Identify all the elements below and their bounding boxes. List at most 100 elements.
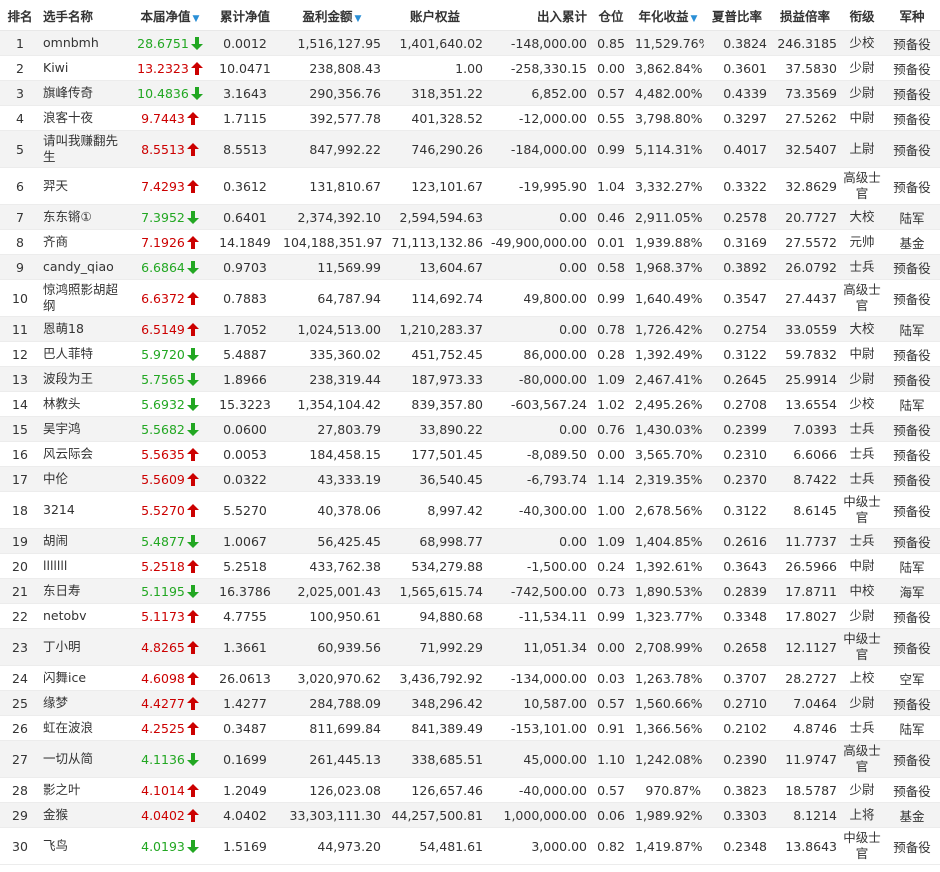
player-name-link[interactable]: omnbmh	[40, 30, 130, 56]
equity-cell: 54,481.61	[384, 827, 486, 865]
branch-cell: 预备役	[884, 366, 940, 392]
profit-cell: 3,020,970.62	[280, 665, 384, 691]
annual-cell: 1,640.49%	[632, 279, 704, 317]
pl-ratio-cell: 246.3185	[770, 30, 840, 56]
player-name-link[interactable]: 林教头	[40, 391, 130, 417]
player-name-link[interactable]: 恩萌18	[40, 316, 130, 342]
table-row: 2 Kiwi 13.2323 10.0471 238,808.43 1.00 -258,33…	[0, 55, 940, 81]
profit-cell: 847,992.22	[280, 130, 384, 168]
player-name-link[interactable]: 东日寿	[40, 578, 130, 604]
annual-cell: 2,319.35%	[632, 466, 704, 492]
nav-cell: 10.4836	[130, 80, 210, 106]
sort-down-icon[interactable]: ▼	[691, 14, 698, 24]
player-name-link[interactable]: 吴宇鸿	[40, 416, 130, 442]
sort-down-icon[interactable]: ▼	[193, 14, 200, 24]
profit-cell: 64,787.94	[280, 279, 384, 317]
sharpe-cell: 0.3297	[704, 105, 770, 131]
flow-cell: 86,000.00	[486, 341, 590, 367]
annual-cell: 2,678.56%	[632, 491, 704, 529]
equity-cell: 839,357.80	[384, 391, 486, 417]
col-profit[interactable]: 盈利金额 ▼	[280, 0, 384, 31]
rank-title-cell: 少尉	[840, 366, 884, 392]
player-name-link[interactable]: 胡闹	[40, 528, 130, 554]
nav-value: 4.0402	[141, 807, 185, 823]
player-name-link[interactable]: 风云际会	[40, 441, 130, 467]
cum-nav-cell: 0.3612	[210, 167, 280, 205]
equity-cell: 338,685.51	[384, 740, 486, 778]
player-name-link[interactable]: 闪舞ice	[40, 665, 130, 691]
player-name-link[interactable]: 虹在波浪	[40, 715, 130, 741]
player-name-link[interactable]: 中伦	[40, 466, 130, 492]
rank-title-cell: 中尉	[840, 105, 884, 131]
pl-ratio-cell: 17.8027	[770, 603, 840, 629]
player-name-link[interactable]: 齐商	[40, 229, 130, 255]
player-name-link[interactable]: 巴人菲特	[40, 341, 130, 367]
col-sharpe: 夏普比率	[704, 0, 770, 31]
nav-cell: 13.2323	[130, 55, 210, 81]
arrow-up-icon	[186, 447, 199, 461]
rank-title-cell: 中校	[840, 578, 884, 604]
player-name-link[interactable]: 旗峰传奇	[40, 80, 130, 106]
player-name-link[interactable]: 丁小明	[40, 628, 130, 666]
player-name-link[interactable]: 羿天	[40, 167, 130, 205]
rank-cell: 25	[0, 690, 40, 716]
arrow-down-icon	[186, 422, 199, 436]
player-name-link[interactable]: 浪客十夜	[40, 105, 130, 131]
col-nav[interactable]: 本届净值 ▼	[130, 0, 210, 31]
rank-title-cell: 士兵	[840, 254, 884, 280]
pl-ratio-cell: 8.1214	[770, 802, 840, 828]
nav-value: 5.5635	[141, 446, 185, 462]
player-name-link[interactable]: 影之叶	[40, 777, 130, 803]
equity-cell: 187,973.33	[384, 366, 486, 392]
sort-down-icon[interactable]: ▼	[355, 14, 362, 24]
annual-cell: 2,467.41%	[632, 366, 704, 392]
player-name-link[interactable]: 请叫我赚翻先生	[40, 130, 130, 168]
branch-cell: 空军	[884, 665, 940, 691]
flow-cell: -6,793.74	[486, 466, 590, 492]
sharpe-cell: 0.3823	[704, 777, 770, 803]
player-name-link[interactable]: 缘梦	[40, 690, 130, 716]
arrow-down-icon	[186, 347, 199, 361]
col-annual[interactable]: 年化收益 ▼	[632, 0, 704, 31]
nav-value: 5.5270	[141, 502, 185, 518]
sharpe-cell: 0.2348	[704, 827, 770, 865]
player-name-link[interactable]: 金猴	[40, 802, 130, 828]
player-name-link[interactable]: 一切从简	[40, 740, 130, 778]
pl-ratio-cell: 18.5787	[770, 777, 840, 803]
player-name-link[interactable]: 飞鸟	[40, 827, 130, 865]
player-name-link[interactable]: 3214	[40, 491, 130, 529]
rank-title-cell: 少尉	[840, 777, 884, 803]
annual-cell: 1,366.56%	[632, 715, 704, 741]
position-cell: 0.58	[590, 254, 632, 280]
annual-cell: 5,114.31%	[632, 130, 704, 168]
position-cell: 0.01	[590, 229, 632, 255]
table-row: 20 lllllll 5.2518 5.2518 433,762.38 534,279.8…	[0, 553, 940, 579]
nav-cell: 4.8265	[130, 628, 210, 666]
equity-cell: 348,296.42	[384, 690, 486, 716]
player-name-link[interactable]: 东东锵①	[40, 204, 130, 230]
player-name-link[interactable]: 波段为王	[40, 366, 130, 392]
nav-cell: 5.1195	[130, 578, 210, 604]
player-name-link[interactable]: Kiwi	[40, 55, 130, 81]
pl-ratio-cell: 7.0393	[770, 416, 840, 442]
table-row: 1 omnbmh 28.6751 0.0012 1,516,127.95 1,401,64…	[0, 30, 940, 56]
annual-cell: 970.87%	[632, 777, 704, 803]
nav-value: 5.1173	[141, 608, 185, 624]
arrow-up-icon	[190, 61, 203, 75]
cum-nav-cell: 5.5270	[210, 491, 280, 529]
annual-cell: 2,708.99%	[632, 628, 704, 666]
flow-cell: -258,330.15	[486, 55, 590, 81]
nav-cell: 5.6932	[130, 391, 210, 417]
rank-cell: 9	[0, 254, 40, 280]
player-name-link[interactable]: 惊鸿照影胡超纲	[40, 279, 130, 317]
player-name-link[interactable]: candy_qiao	[40, 254, 130, 280]
branch-cell: 预备役	[884, 528, 940, 554]
flow-cell: -19,995.90	[486, 167, 590, 205]
arrow-down-icon	[186, 584, 199, 598]
nav-cell: 5.5270	[130, 491, 210, 529]
player-name-link[interactable]: lllllll	[40, 553, 130, 579]
pl-ratio-cell: 13.6554	[770, 391, 840, 417]
player-name-link[interactable]: netobv	[40, 603, 130, 629]
nav-value: 4.0193	[141, 838, 185, 854]
position-cell: 0.57	[590, 80, 632, 106]
